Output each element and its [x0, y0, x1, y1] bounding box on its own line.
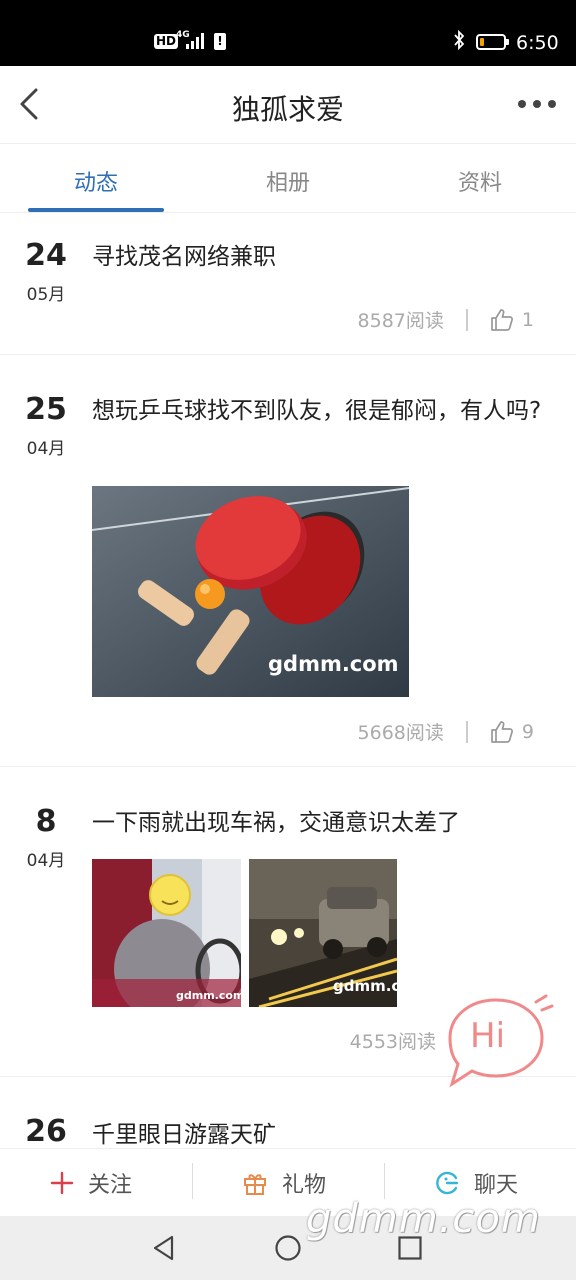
- like-button[interactable]: 9: [490, 720, 534, 744]
- signal-icon: [186, 33, 206, 49]
- image-watermark: gdmm.com: [268, 652, 399, 676]
- page-title: 独孤求爱: [231, 93, 344, 126]
- post-item[interactable]: 25 04月 想玩乒乓球找不到队友，很是郁闷，有人吗? gdmm.com 566…: [0, 356, 576, 767]
- post-day: 8: [35, 804, 57, 839]
- nav-back-icon[interactable]: [150, 1234, 178, 1266]
- gift-button[interactable]: 礼物: [242, 1167, 326, 1199]
- tab-dynamics[interactable]: 动态: [26, 165, 166, 197]
- post-text[interactable]: 寻找茂名网络兼职: [92, 238, 552, 276]
- more-dots-icon[interactable]: [518, 100, 556, 110]
- post-month: 05月: [26, 285, 66, 305]
- post-text[interactable]: 一下雨就出现车祸，交通意识太差了: [92, 804, 552, 842]
- post-text[interactable]: 想玩乒乓球找不到队友，很是郁闷，有人吗?: [92, 392, 552, 430]
- tab-profile[interactable]: 资料: [410, 165, 550, 197]
- post-day: 26: [25, 1114, 67, 1149]
- active-tab-indicator: [28, 208, 164, 212]
- post-stats: 8587阅读 1: [358, 306, 534, 333]
- post-item[interactable]: 24 05月 寻找茂名网络兼职 8587阅读 1: [0, 214, 576, 355]
- like-count: 1: [521, 308, 534, 331]
- rain-car-image[interactable]: gdmm.co: [249, 859, 397, 1007]
- thumbs-up-icon: [491, 308, 513, 331]
- read-count: 8587阅读: [357, 310, 444, 332]
- read-count: 4553阅读: [349, 1031, 436, 1053]
- like-count: 9: [521, 720, 534, 743]
- hd-icon: HD: [154, 34, 179, 49]
- post-stats: 5668阅读 9: [358, 718, 534, 745]
- battery-icon: [476, 34, 509, 50]
- post-day: 24: [25, 238, 67, 273]
- follow-label: 关注: [88, 1173, 133, 1198]
- driver-image[interactable]: gdmm.com: [92, 859, 241, 1007]
- image-watermark: gdmm.co: [333, 977, 397, 995]
- image-watermark: gdmm.com: [176, 989, 241, 1002]
- hi-label: Hi: [470, 1016, 506, 1056]
- top-nav: 独孤求爱: [0, 66, 576, 144]
- clock: 6:50: [516, 32, 559, 54]
- hi-chat-bubble[interactable]: Hi: [442, 994, 554, 1090]
- bluetooth-icon: [453, 29, 465, 55]
- tab-album[interactable]: 相册: [218, 165, 358, 197]
- tab-bar: 动态 相册 资料: [0, 145, 576, 213]
- post-stats: 4553阅读: [350, 1027, 436, 1054]
- nav-home-icon[interactable]: [274, 1234, 302, 1266]
- ping-pong-image[interactable]: gdmm.com: [92, 486, 409, 697]
- follow-button[interactable]: 关注: [50, 1167, 132, 1199]
- plus-icon: [50, 1171, 74, 1195]
- like-button[interactable]: 1: [490, 308, 534, 332]
- post-month: 04月: [26, 439, 66, 459]
- status-bar: HD 4G ! 6:50: [0, 0, 576, 66]
- chat-label: 聊天: [474, 1173, 519, 1198]
- alert-icon: !: [214, 33, 226, 50]
- chat-icon: [436, 1171, 459, 1195]
- post-month: 04月: [26, 851, 66, 871]
- chat-button[interactable]: 聊天: [434, 1167, 518, 1199]
- gift-label: 礼物: [282, 1173, 327, 1198]
- thumbs-up-icon: [491, 720, 513, 743]
- gift-icon: [244, 1174, 266, 1195]
- post-day: 25: [25, 392, 67, 427]
- read-count: 5668阅读: [357, 722, 444, 744]
- site-watermark: gdmm.com: [306, 1196, 541, 1242]
